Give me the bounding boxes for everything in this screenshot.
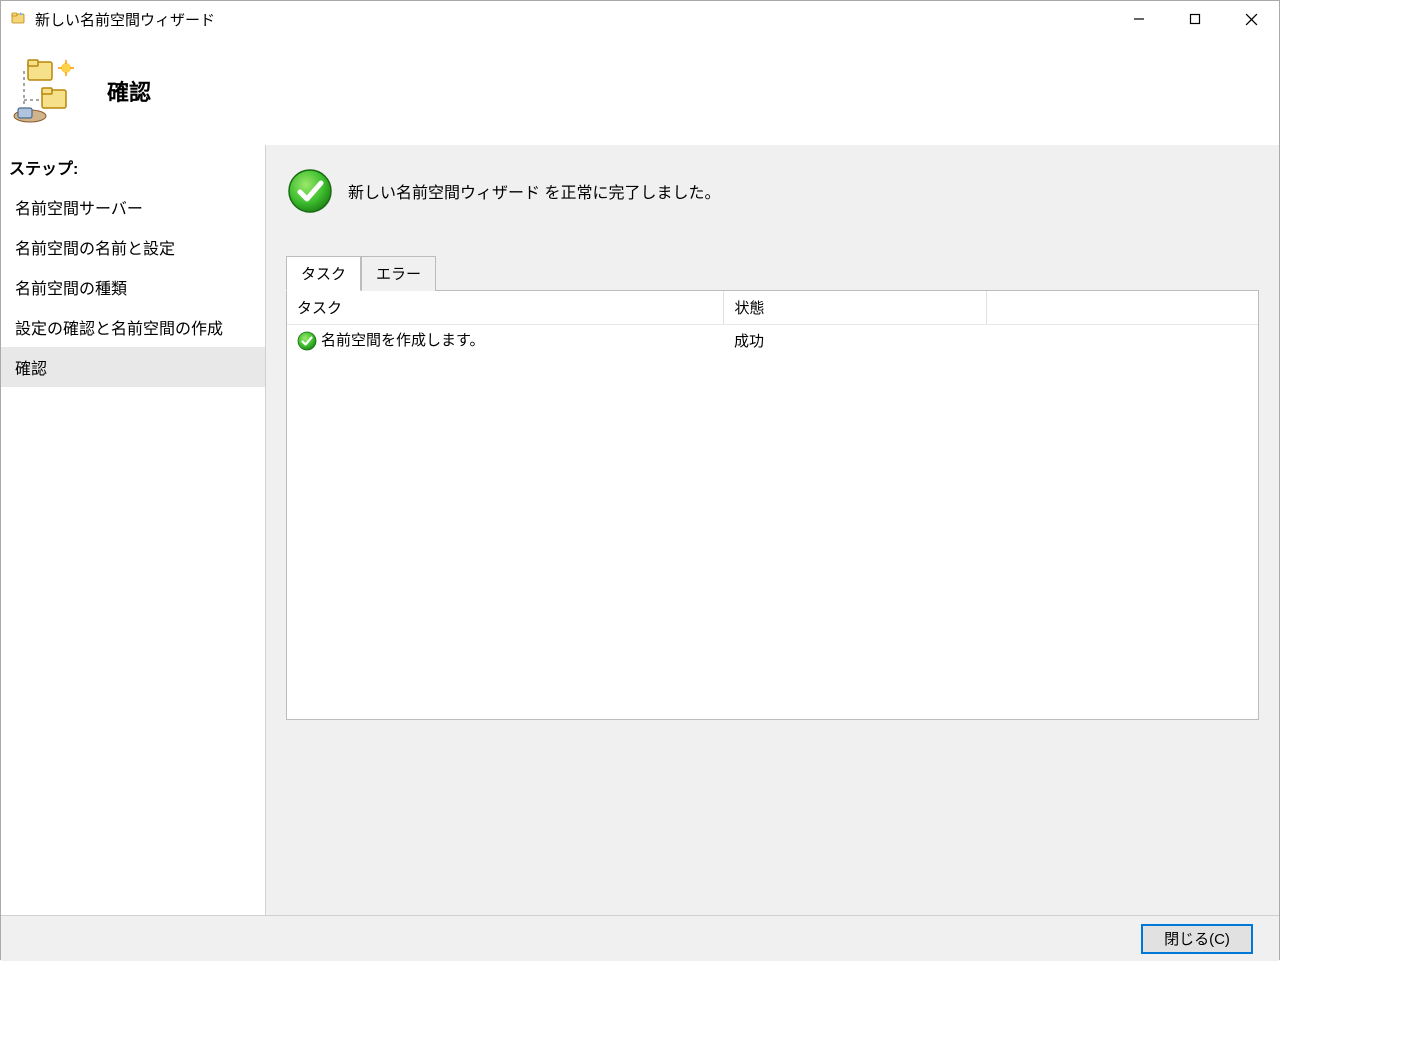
sidebar-step-item[interactable]: 設定の確認と名前空間の作成 — [1, 307, 265, 347]
close-button[interactable]: 閉じる(C) — [1141, 924, 1253, 954]
success-icon — [286, 167, 334, 215]
tabs: タスクエラー — [286, 255, 1259, 290]
tab-content: タスク状態 名前空間を作成します。 成功 — [286, 290, 1259, 720]
window-controls — [1111, 1, 1279, 37]
table-header[interactable]: 状態 — [724, 291, 986, 325]
table-header[interactable]: タスク — [287, 291, 724, 325]
sidebar-step-item[interactable]: 名前空間サーバー — [1, 187, 265, 227]
close-window-button[interactable] — [1223, 1, 1279, 37]
status-row: 新しい名前空間ウィザード を正常に完了しました。 — [286, 167, 1259, 215]
sidebar-step-item[interactable]: 名前空間の名前と設定 — [1, 227, 265, 267]
table-row[interactable]: 名前空間を作成します。 成功 — [287, 325, 1258, 356]
sidebar-step-item[interactable]: 確認 — [1, 347, 265, 387]
app-icon — [9, 9, 29, 29]
steps-heading: ステップ: — [1, 151, 265, 187]
window-title: 新しい名前空間ウィザード — [35, 9, 1111, 30]
sidebar-step-item[interactable]: 名前空間の種類 — [1, 267, 265, 307]
tab[interactable]: エラー — [361, 256, 436, 291]
minimize-button[interactable] — [1111, 1, 1167, 37]
main-panel: 新しい名前空間ウィザード を正常に完了しました。 タスクエラー タスク状態 名前… — [266, 145, 1279, 915]
status-cell: 成功 — [724, 325, 986, 356]
table-header[interactable] — [986, 291, 1258, 325]
page-title: 確認 — [107, 75, 151, 107]
empty-cell — [986, 325, 1258, 356]
steps-sidebar: ステップ: 名前空間サーバー名前空間の名前と設定名前空間の種類設定の確認と名前空… — [1, 145, 266, 915]
tab[interactable]: タスク — [286, 256, 361, 291]
footer: 閉じる(C) — [1, 915, 1279, 961]
task-cell: 名前空間を作成します。 — [287, 325, 724, 356]
tasks-table: タスク状態 名前空間を作成します。 成功 — [287, 291, 1258, 355]
header-banner: 確認 — [1, 37, 1279, 145]
body: ステップ: 名前空間サーバー名前空間の名前と設定名前空間の種類設定の確認と名前空… — [1, 145, 1279, 915]
titlebar: 新しい名前空間ウィザード — [1, 1, 1279, 37]
status-message: 新しい名前空間ウィザード を正常に完了しました。 — [348, 179, 720, 203]
success-icon — [297, 331, 317, 351]
task-label: 名前空間を作成します。 — [321, 332, 485, 349]
maximize-button[interactable] — [1167, 1, 1223, 37]
wizard-icon — [9, 51, 89, 131]
